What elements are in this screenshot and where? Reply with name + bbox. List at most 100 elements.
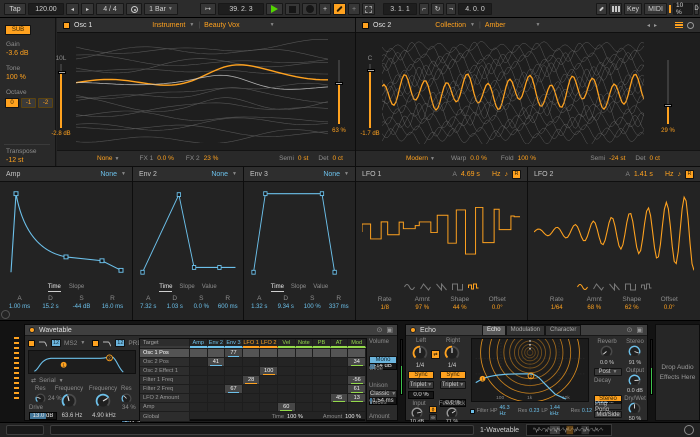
matrix-cell[interactable] [313,403,331,411]
env3-adsr-values[interactable]: 1.32 s 9.34 s 100 % 337 ms [246,304,352,310]
matrix-row[interactable]: Filter 1 Freq 28 -56 [140,376,366,385]
matrix-cell[interactable] [225,394,243,402]
device-on-led[interactable] [29,327,35,333]
matrix-cell[interactable] [313,394,331,402]
matrix-row-label[interactable]: Amp [140,403,190,411]
reverb-value[interactable]: 0.0 % [593,360,621,366]
channel-pingpong-button[interactable]: Ping Pong [594,401,622,413]
punch-out-button[interactable]: ¬ [446,3,456,15]
lfo1-retrigger-button[interactable]: R [512,169,521,179]
env3-display[interactable] [251,186,349,278]
res2-value[interactable]: 34 % [122,405,136,411]
sub-gain-value[interactable]: -3.6 dB [6,50,29,57]
output-knob[interactable] [628,374,641,387]
echo-right-sync-button[interactable]: Sync [440,371,466,379]
echo-left-mode-menu[interactable]: Triplet ▼ [408,381,434,389]
osc1-effect-mode-menu[interactable]: None [97,155,113,162]
loop-button[interactable]: ↻ [431,3,444,15]
echo-feedback-knob[interactable] [446,407,458,419]
matrix-cell[interactable] [243,385,261,393]
osc1-wavetable-display[interactable] [76,39,328,143]
matrix-cell[interactable] [208,349,226,357]
matrix-cell[interactable] [278,367,296,375]
matrix-cell[interactable] [225,376,243,384]
osc1-fx2-value[interactable]: 23 % [204,155,219,162]
lp-res-value[interactable]: 0.12 [582,408,592,414]
echo-tunnel-display[interactable]: 100 1k 10k12 [471,338,589,402]
matrix-cell[interactable] [296,367,314,375]
echo-filter-checkbox[interactable] [470,408,475,414]
echo-left-offset[interactable]: 0.0 % [408,391,434,399]
env2-adsr-values[interactable]: 7.32 s 1.03 s 0.0 % 600 ms [135,304,241,310]
lp-freq-value[interactable]: 1.44 kHz [550,405,569,417]
octave-0-button[interactable]: 0 [5,98,19,108]
matrix-cell[interactable] [243,358,261,366]
matrix-cell[interactable] [348,349,366,357]
osc1-enable-checkbox[interactable] [63,21,70,29]
matrix-cell[interactable] [331,358,349,366]
metronome-button[interactable] [126,3,142,15]
osc2-position-value[interactable]: 29 % [652,128,684,134]
matrix-cell[interactable]: 100 [260,367,278,375]
matrix-cell[interactable] [331,385,349,393]
saw-wave-icon[interactable] [436,282,447,293]
echo-right-mode-menu[interactable]: Triplet ▼ [440,381,466,389]
loop-start-display[interactable]: 3. 1. 1 [383,3,417,15]
matrix-cell[interactable]: 13 [348,394,366,402]
empty-slot[interactable] [50,425,474,435]
osc1-det-value[interactable]: 0 ct [333,155,343,162]
osc2-fold-value[interactable]: 100 % [518,155,536,162]
echo-input-knob[interactable] [411,407,423,419]
sub-osc-button[interactable]: SUB [5,25,31,35]
lfo2-attack-value[interactable]: 1.41 s [634,171,653,178]
random-wave-icon[interactable] [468,283,479,293]
octave-minus1-button[interactable]: -1 [21,98,36,108]
tab-character[interactable]: Character [545,324,582,336]
osc2-pan-value[interactable]: C [355,55,385,62]
matrix-row-label[interactable]: Osc 2 Pos [140,358,190,366]
matrix-cell[interactable] [348,403,366,411]
hot-swap-icon[interactable]: ⊙ [377,326,383,334]
quantize-menu[interactable]: 1 Bar ▼ [144,3,178,15]
record-button[interactable] [302,3,317,15]
matrix-cell[interactable] [243,367,261,375]
matrix-cell[interactable]: 28 [242,376,261,384]
tab-value[interactable]: Value [202,284,217,292]
matrix-cell[interactable] [225,367,243,375]
matrix-row-label[interactable]: Osc 1 Pos [140,349,190,357]
osc1-position-handle[interactable] [335,82,343,85]
matrix-cell[interactable] [260,358,278,366]
device-on-led[interactable] [410,327,416,333]
draw-mode-button[interactable] [596,3,607,15]
arrangement-position[interactable]: 39. 2. 3 [218,3,264,15]
matrix-cell[interactable]: 34 [348,358,366,366]
osc2-enable-checkbox[interactable] [362,21,369,29]
osc2-wavetable-menu[interactable]: Amber [485,22,506,29]
tab-time[interactable]: Time [270,284,284,292]
matrix-row[interactable]: Osc 1 Pos 77 [140,349,366,358]
filter1-res-knob[interactable] [35,393,46,404]
freq2-value[interactable]: 4.90 kHz [89,413,119,419]
env2-mod-menu[interactable]: None [211,171,228,178]
filter2-freq-knob[interactable] [95,393,111,409]
matrix-cell[interactable] [331,403,349,411]
matrix-cell[interactable] [296,349,314,357]
lfo2-sync-note-toggle[interactable]: ♪ [678,171,682,178]
filter1-freq-knob[interactable] [61,393,77,409]
tab-modulation[interactable]: Modulation [505,324,546,336]
matrix-cell[interactable] [208,385,226,393]
next-wavetable-button[interactable]: ▸ [654,22,657,29]
matrix-cell[interactable] [260,376,278,384]
matrix-row[interactable]: Osc 2 Effect 1 100 [140,367,366,376]
hp-freq-value[interactable]: 46.3 Hz [500,405,517,417]
stereo-link-button[interactable]: ⇄ [431,350,440,359]
lfo1-display[interactable] [362,185,520,279]
sine-wave-icon[interactable] [404,283,415,293]
matrix-cell[interactable] [313,385,331,393]
matrix-cell[interactable] [278,394,296,402]
sine-wave-icon[interactable] [576,283,588,293]
matrix-global-values[interactable]: Time 100 % Amount 100 % [190,412,366,421]
midi-overdub-button[interactable]: + [319,3,331,15]
lfo2-display[interactable] [534,185,694,279]
matrix-row-label[interactable]: Filter 1 Freq [140,376,190,384]
